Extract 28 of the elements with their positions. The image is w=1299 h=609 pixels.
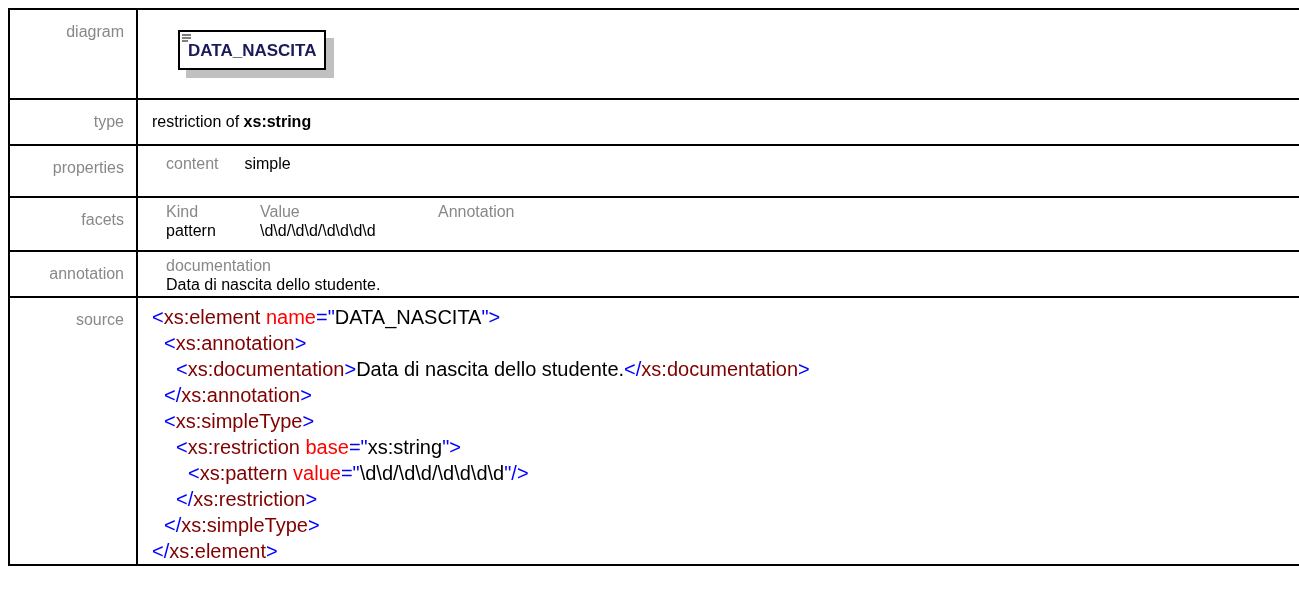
table-cell-text: pattern <box>166 220 217 240</box>
row-label: type <box>93 112 124 130</box>
annotation-text: Data di nascita dello studente. <box>166 274 382 294</box>
table-cell-text: \d\d/\d\d/\d\d\d\d <box>260 220 377 240</box>
code-line: <xs:restriction base="xs:string"> <box>176 435 461 458</box>
annotation-heading: documentation <box>166 255 272 275</box>
column-header: Kind <box>166 201 200 221</box>
column-header: Annotation <box>438 201 516 221</box>
element-name: DATA_NASCITA <box>188 41 317 60</box>
code-line: </xs:simpleType> <box>164 513 320 536</box>
type-text: restriction of xs:string <box>152 112 312 130</box>
row-label: source <box>75 310 124 328</box>
code-line: <xs:simpleType> <box>164 409 315 432</box>
code-line: <xs:pattern value="\d\d/\d\d/\d\d\d\d"/> <box>188 461 529 484</box>
row-label: facets <box>81 210 124 228</box>
column-header: Value <box>260 201 301 221</box>
code-line: </xs:restriction> <box>176 487 318 510</box>
property-value: simple <box>244 153 291 174</box>
code-line: </xs:element> <box>152 539 278 562</box>
row-label: diagram <box>66 23 124 40</box>
row-label: properties <box>52 158 124 176</box>
code-line: </xs:annotation> <box>164 383 312 406</box>
code-line: <xs:documentation>Data di nascita dello studente.</xs:documentation> <box>176 357 810 380</box>
list-icon <box>182 34 192 43</box>
code-line: <xs:annotation> <box>164 331 307 354</box>
property-key: content <box>166 151 219 176</box>
row-label: annotation <box>49 264 124 282</box>
code-line: <xs:element name="DATA_NASCITA"> <box>152 305 501 328</box>
